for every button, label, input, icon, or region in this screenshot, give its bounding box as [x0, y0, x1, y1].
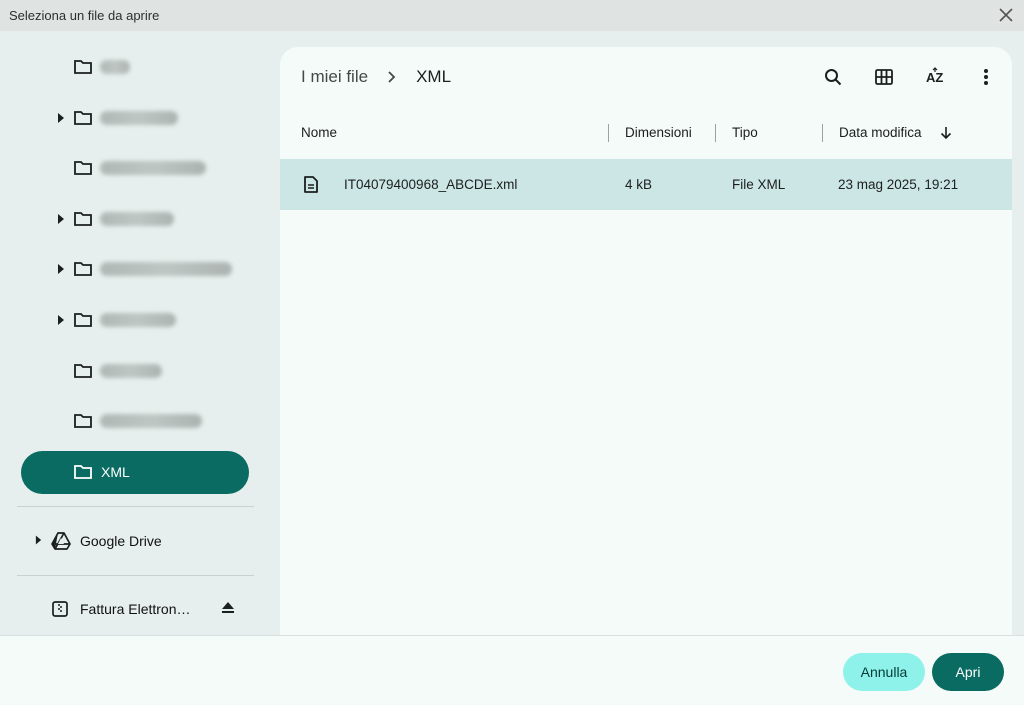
file-modified: 23 mag 2025, 19:21 [838, 177, 959, 192]
close-button[interactable] [994, 4, 1018, 26]
expand-arrow-icon [58, 214, 64, 224]
sidebar-item-fattura[interactable]: Fattura Elettron… [0, 589, 270, 629]
arrow-down-icon [940, 127, 952, 140]
file-type: File XML [732, 177, 786, 192]
column-divider[interactable] [715, 124, 716, 142]
sidebar-folder[interactable] [0, 98, 270, 138]
more-vert-icon [984, 69, 988, 85]
google-drive-icon [51, 532, 71, 550]
open-button[interactable]: Apri [932, 653, 1004, 691]
sidebar-folder[interactable] [0, 401, 270, 441]
redacted-name [100, 414, 202, 428]
sidebar-item-label: Fattura Elettron… [80, 601, 191, 617]
folder-icon [74, 60, 92, 74]
more-options-button[interactable] [971, 63, 1001, 91]
sidebar-folder[interactable] [0, 351, 270, 391]
dialog-title: Seleziona un file da aprire [9, 8, 160, 23]
table-row[interactable]: IT04079400968_ABCDE.xml 4 kB File XML 23… [280, 159, 1012, 210]
column-header-size[interactable]: Dimensioni [625, 125, 692, 140]
sidebar-folder[interactable] [0, 300, 270, 340]
sidebar-folder[interactable] [0, 249, 270, 289]
file-icon [304, 176, 318, 193]
sort-button[interactable]: AZ [920, 63, 950, 91]
search-icon [825, 69, 842, 86]
eject-icon[interactable] [221, 602, 235, 614]
svg-text:AZ: AZ [926, 70, 943, 85]
folder-icon [74, 364, 92, 378]
cancel-button[interactable]: Annulla [843, 653, 925, 691]
redacted-name [100, 60, 130, 74]
folder-icon [74, 313, 92, 327]
dialog-titlebar: Seleziona un file da aprire [0, 0, 1024, 31]
chevron-right-icon [388, 71, 396, 83]
column-header-type[interactable]: Tipo [732, 125, 758, 140]
sort-az-icon: AZ [926, 67, 943, 85]
sidebar-item-xml[interactable] [21, 451, 249, 494]
expand-arrow-icon [35, 535, 42, 545]
sidebar-divider [17, 506, 254, 507]
redacted-name [100, 212, 174, 226]
redacted-name [100, 262, 232, 276]
search-button[interactable] [818, 63, 848, 91]
breadcrumb: I miei file XML [301, 67, 451, 87]
sidebar-item-google-drive[interactable]: Google Drive [0, 521, 270, 561]
column-header-row: Nome Dimensioni Tipo Data modifica [280, 119, 1012, 145]
redacted-name [100, 111, 178, 125]
folder-icon [74, 212, 92, 226]
expand-arrow-icon [58, 264, 64, 274]
redacted-name [100, 364, 162, 378]
expand-arrow-icon [58, 315, 64, 325]
sidebar-item-label: Google Drive [80, 533, 162, 549]
close-icon [999, 8, 1013, 22]
grid-view-icon [875, 69, 893, 85]
grid-view-button[interactable] [869, 63, 899, 91]
folder-icon [74, 414, 92, 428]
column-header-name[interactable]: Nome [301, 125, 337, 140]
folder-icon [74, 262, 92, 276]
folder-icon [74, 111, 92, 125]
redacted-name [100, 313, 176, 327]
sd-card-icon [52, 601, 68, 617]
sidebar-divider [17, 575, 254, 576]
column-divider[interactable] [608, 124, 609, 142]
redacted-name [100, 161, 206, 175]
breadcrumb-root[interactable]: I miei file [301, 67, 368, 87]
sidebar-folder[interactable] [0, 148, 270, 188]
folder-icon [74, 161, 92, 175]
breadcrumb-current: XML [416, 67, 452, 86]
sidebar-folder[interactable] [0, 47, 270, 87]
column-divider[interactable] [822, 124, 823, 142]
sidebar: XML Google Drive Fattura Elettron… [0, 31, 270, 635]
file-name: IT04079400968_ABCDE.xml [344, 177, 518, 192]
file-size: 4 kB [625, 177, 653, 192]
column-header-modified[interactable]: Data modifica [839, 125, 922, 140]
file-list-panel: I miei file XML AZ Nome Dimensioni Tipo … [280, 47, 1012, 635]
sidebar-folder[interactable] [0, 199, 270, 239]
dialog-footer: Annulla Apri [0, 635, 1024, 705]
expand-arrow-icon [58, 113, 64, 123]
